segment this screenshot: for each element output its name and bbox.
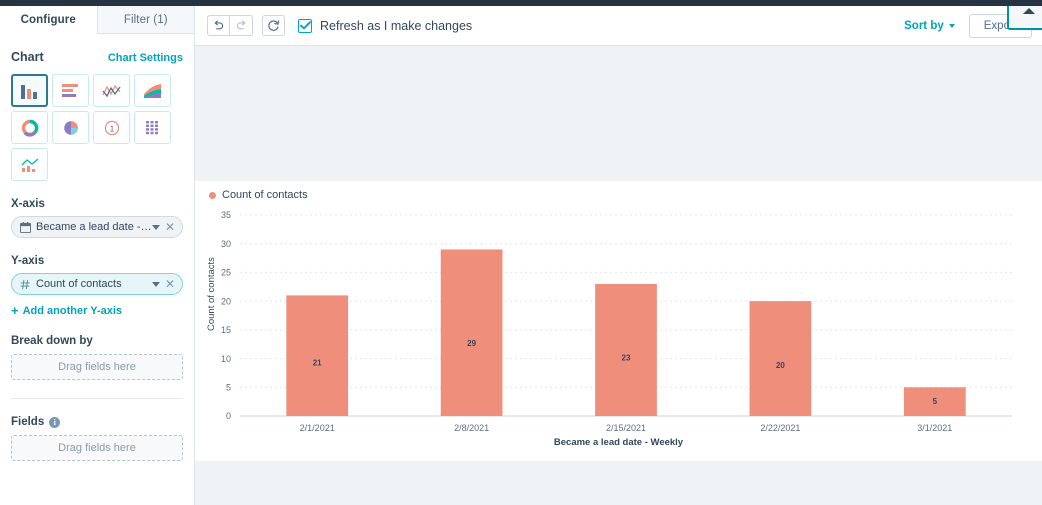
svg-text:5: 5	[226, 382, 231, 392]
y-axis-title: Count of contacts	[206, 257, 217, 331]
chart-type-donut-chart[interactable]	[11, 111, 48, 144]
y-axis-field-pill[interactable]: Count of contacts ✕	[11, 273, 183, 295]
x-axis-field-pill[interactable]: Became a lead date - Weekly ✕	[11, 216, 183, 238]
number-icon	[20, 279, 31, 290]
chart-card: Count of contacts 0 5 10 15 20 25 30 35 21 2/1/20…	[195, 181, 1042, 461]
svg-text:2/8/2021: 2/8/2021	[454, 423, 489, 433]
bar-chart-svg: 0 5 10 15 20 25 30 35 21 2/1/2021 29 2/8/2021 23 2/15…	[221, 210, 1012, 433]
main-pane: Refresh as I make changes Sort by Export…	[195, 6, 1042, 505]
sidebar-tabs: Configure Filter (1)	[0, 6, 194, 34]
x-axis-label: X-axis	[11, 198, 45, 210]
breakdown-label: Break down by	[11, 335, 93, 347]
y-axis-pill-controls: ✕	[151, 278, 175, 290]
svg-text:20: 20	[221, 296, 231, 306]
redo-button[interactable]	[230, 15, 253, 36]
add-another-y-axis-label: Add another Y-axis	[22, 304, 123, 317]
chart-type-pie-chart[interactable]	[52, 111, 89, 144]
calendar-icon	[20, 221, 31, 233]
breakdown-dropzone-text: Drag fields here	[58, 361, 136, 373]
svg-text:23: 23	[622, 354, 631, 363]
fields-label-text: Fields	[11, 416, 45, 428]
svg-text:2/15/2021: 2/15/2021	[606, 423, 646, 433]
plus-icon: +	[11, 303, 19, 318]
svg-text:5: 5	[933, 397, 938, 406]
legend-color-swatch	[209, 191, 216, 199]
svg-text:35: 35	[221, 210, 231, 220]
chart-settings-link[interactable]: Chart Settings	[108, 52, 183, 64]
sidebar-body: Chart Chart Settings 1 X-axis Became a l…	[0, 50, 194, 461]
chart-type-vertical-bar-chart[interactable]	[11, 74, 48, 107]
sort-by-dropdown[interactable]: Sort by	[904, 20, 955, 32]
fields-label: Fields i	[11, 416, 183, 428]
chart-type-area-chart[interactable]	[134, 74, 171, 107]
sort-by-label: Sort by	[904, 19, 944, 32]
chart-type-line-chart[interactable]	[93, 74, 130, 107]
svg-text:21: 21	[313, 358, 322, 367]
x-axis-field-name: Became a lead date - Weekly	[36, 221, 152, 233]
chevron-down-icon	[948, 23, 955, 28]
svg-text:1: 1	[109, 124, 114, 133]
svg-text:2/1/2021: 2/1/2021	[300, 423, 335, 433]
report-builder-app: Configure Filter (1) Chart Chart Setting…	[0, 0, 1042, 505]
svg-text:15: 15	[221, 325, 231, 335]
breakdown-dropzone[interactable]: Drag fields here	[11, 354, 183, 380]
fields-dropzone-text: Drag fields here	[58, 442, 136, 454]
svg-text:0: 0	[226, 411, 231, 421]
remove-x-axis-icon[interactable]: ✕	[165, 221, 175, 233]
tab-filter[interactable]: Filter (1)	[96, 6, 194, 34]
refresh-as-changes-label: Refresh as I make changes	[320, 18, 473, 33]
tab-configure-label: Configure	[20, 13, 76, 26]
chart-section-title: Chart	[11, 50, 44, 64]
fields-dropzone[interactable]: Drag fields here	[11, 435, 183, 461]
svg-text:25: 25	[221, 268, 231, 278]
svg-text:20: 20	[776, 361, 785, 370]
collapsed-popup-panel[interactable]	[1007, 6, 1042, 30]
svg-text:10: 10	[221, 354, 231, 364]
configure-sidebar: Configure Filter (1) Chart Chart Setting…	[0, 6, 195, 505]
tab-filter-label: Filter (1)	[123, 13, 168, 26]
chart-type-single-value-chart[interactable]: 1	[93, 111, 130, 144]
info-icon[interactable]: i	[49, 416, 61, 428]
svg-text:2/22/2021: 2/22/2021	[760, 423, 800, 433]
chevron-down-icon[interactable]	[151, 224, 160, 230]
check-icon	[299, 21, 311, 30]
y-axis-field-name: Count of contacts	[36, 278, 122, 290]
chart-toolbar: Refresh as I make changes Sort by Export	[195, 6, 1042, 46]
chart-type-grid: 1	[11, 74, 183, 181]
y-axis-label: Y-axis	[11, 255, 45, 267]
chart-type-table-chart[interactable]	[134, 111, 171, 144]
x-axis-pill-controls: ✕	[151, 221, 175, 233]
svg-text:30: 30	[221, 239, 231, 249]
svg-text:3/1/2021: 3/1/2021	[917, 423, 952, 433]
checkbox-box	[298, 18, 312, 33]
refresh-as-changes-checkbox[interactable]: Refresh as I make changes	[298, 18, 473, 33]
tab-configure[interactable]: Configure	[0, 6, 97, 34]
chevron-down-icon[interactable]	[151, 281, 160, 287]
remove-y-axis-icon[interactable]: ✕	[165, 278, 175, 290]
add-another-y-axis-link[interactable]: + Add another Y-axis	[11, 303, 183, 318]
chart-legend: Count of contacts	[195, 181, 1042, 201]
refresh-button[interactable]	[262, 15, 285, 36]
x-axis-title: Became a lead date - Weekly	[553, 437, 684, 448]
svg-text:29: 29	[467, 339, 476, 348]
legend-item-label: Count of contacts	[222, 189, 308, 201]
chart-type-horizontal-bar-chart[interactable]	[52, 74, 89, 107]
undo-redo-group	[207, 15, 253, 36]
chart-section-header: Chart Chart Settings	[11, 50, 183, 64]
chevron-up-icon	[1022, 8, 1035, 14]
undo-button[interactable]	[207, 15, 230, 36]
sidebar-divider	[11, 398, 183, 399]
chart-type-combo-chart[interactable]	[11, 148, 48, 181]
plot-area: 0 5 10 15 20 25 30 35 21 2/1/2021 29 2/8/2021 23 2/15…	[195, 201, 1042, 451]
